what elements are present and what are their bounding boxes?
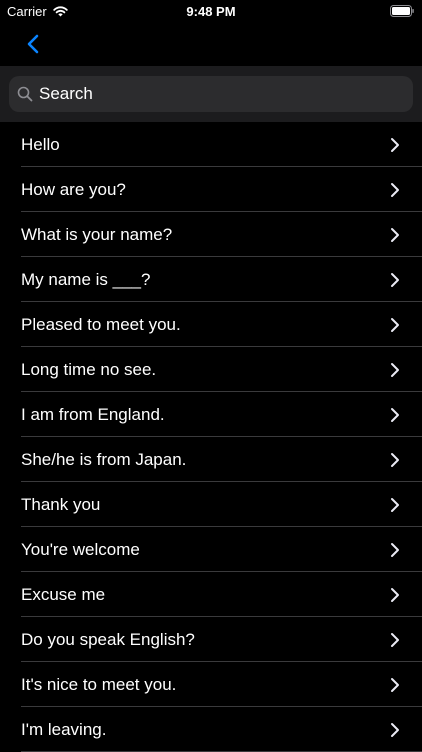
status-bar: Carrier 9:48 PM (0, 0, 422, 22)
phrase-row[interactable]: It's nice to meet you. (0, 662, 422, 707)
phrase-label: You're welcome (21, 539, 140, 559)
phrase-label: Pleased to meet you. (21, 314, 181, 334)
phrase-label: It's nice to meet you. (21, 674, 177, 694)
chevron-right-icon (391, 362, 399, 377)
status-time: 9:48 PM (186, 4, 236, 19)
back-chevron-icon[interactable] (22, 32, 46, 56)
phrase-row[interactable]: I am from England. (0, 392, 422, 437)
phrase-row[interactable]: She/he is from Japan. (0, 437, 422, 482)
search-input[interactable] (39, 76, 413, 112)
phrase-row[interactable]: You're welcome (0, 527, 422, 572)
phrase-label: I'm leaving. (21, 719, 107, 739)
chevron-right-icon (391, 677, 399, 692)
phrase-label: Do you speak English? (21, 629, 195, 649)
chevron-right-icon (391, 542, 399, 557)
phrase-row[interactable]: Do you speak English? (0, 617, 422, 662)
phrase-label: Thank you (21, 494, 101, 514)
phrase-row[interactable]: Pleased to meet you. (0, 302, 422, 347)
phrase-row[interactable]: Long time no see. (0, 347, 422, 392)
phrase-label: How are you? (21, 179, 126, 199)
chevron-right-icon (391, 632, 399, 647)
phrase-row[interactable]: My name is ___? (0, 257, 422, 302)
phrase-row[interactable]: How are you? (0, 167, 422, 212)
chevron-right-icon (391, 452, 399, 467)
phrase-row[interactable]: Thank you (0, 482, 422, 527)
chevron-right-icon (391, 587, 399, 602)
chevron-right-icon (391, 497, 399, 512)
phrase-label: She/he is from Japan. (21, 449, 187, 469)
phrase-label: I am from England. (21, 404, 165, 424)
chevron-right-icon (391, 182, 399, 197)
phrase-label: Hello (21, 134, 60, 154)
search-field[interactable] (9, 76, 413, 112)
phrase-label: Excuse me (21, 584, 106, 604)
chevron-right-icon (391, 227, 399, 242)
phrase-row[interactable]: I'm leaving. (0, 707, 422, 752)
phrase-row[interactable]: Hello (0, 122, 422, 167)
chevron-right-icon (391, 272, 399, 287)
chevron-right-icon (391, 317, 399, 332)
phrase-list: Hello How are you? What is your name? My… (0, 122, 422, 752)
phrase-row[interactable]: What is your name? (0, 212, 422, 257)
phrase-row[interactable]: Excuse me (0, 572, 422, 617)
phrase-label: My name is ___? (21, 269, 151, 289)
chevron-right-icon (391, 722, 399, 737)
search-section (0, 66, 422, 122)
chevron-right-icon (391, 137, 399, 152)
battery-icon (390, 5, 414, 17)
phrase-label: Long time no see. (21, 359, 157, 379)
phrase-label: What is your name? (21, 224, 173, 244)
search-icon (17, 86, 33, 102)
chevron-right-icon (391, 407, 399, 422)
navigation-bar (0, 22, 422, 66)
